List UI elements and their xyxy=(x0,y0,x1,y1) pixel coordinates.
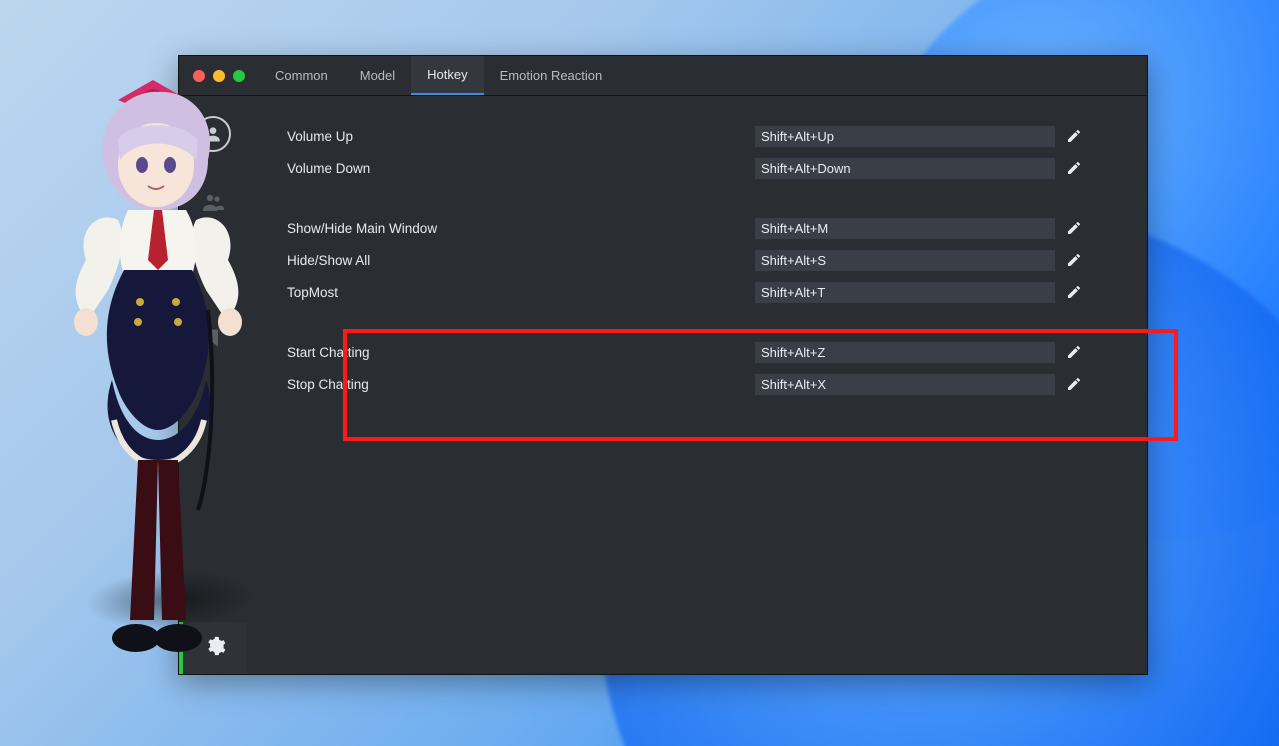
gear-icon xyxy=(204,635,226,662)
minimize-icon[interactable] xyxy=(213,70,225,82)
people-icon[interactable] xyxy=(195,184,231,220)
hotkey-row: TopMost xyxy=(287,276,1119,308)
hotkey-input-show-hide-main[interactable] xyxy=(755,217,1055,239)
bookmark-icon[interactable] xyxy=(195,320,231,356)
hotkey-group-chat: Start Chatting Stop Chatting xyxy=(287,336,1119,400)
edit-icon[interactable] xyxy=(1065,159,1083,177)
tab-bar: Common Model Hotkey Emotion Reaction xyxy=(259,56,618,95)
hotkey-label: Volume Up xyxy=(287,129,755,144)
window-controls xyxy=(179,56,259,95)
tab-emotion-reaction[interactable]: Emotion Reaction xyxy=(484,56,619,95)
hotkey-input-stop-chatting[interactable] xyxy=(755,373,1055,395)
hotkey-row: Stop Chatting xyxy=(287,368,1119,400)
tab-hotkey[interactable]: Hotkey xyxy=(411,56,483,95)
hotkey-label: Start Chatting xyxy=(287,345,755,360)
hotkey-input-topmost[interactable] xyxy=(755,281,1055,303)
hotkey-label: Volume Down xyxy=(287,161,755,176)
hotkey-row: Start Chatting xyxy=(287,336,1119,368)
hotkey-group-window: Show/Hide Main Window Hide/Show All TopM… xyxy=(287,212,1119,308)
hotkey-input-hide-show-all[interactable] xyxy=(755,249,1055,271)
hotkey-input-volume-up[interactable] xyxy=(755,125,1055,147)
edit-icon[interactable] xyxy=(1065,251,1083,269)
account-icon[interactable] xyxy=(195,116,231,152)
mascot-shadow xyxy=(76,570,265,630)
hotkey-row: Show/Hide Main Window xyxy=(287,212,1119,244)
settings-window: Common Model Hotkey Emotion Reaction xyxy=(178,55,1148,675)
edit-icon[interactable] xyxy=(1065,219,1083,237)
tab-common[interactable]: Common xyxy=(259,56,344,95)
hotkey-row: Hide/Show All xyxy=(287,244,1119,276)
hotkey-input-volume-down[interactable] xyxy=(755,157,1055,179)
hotkey-settings-panel: Volume Up Volume Down Show/Hide Main Win… xyxy=(247,96,1147,674)
hotkey-row: Volume Up xyxy=(287,120,1119,152)
titlebar: Common Model Hotkey Emotion Reaction xyxy=(179,56,1147,96)
edit-icon[interactable] xyxy=(1065,375,1083,393)
close-icon[interactable] xyxy=(193,70,205,82)
maximize-icon[interactable] xyxy=(233,70,245,82)
edit-icon[interactable] xyxy=(1065,127,1083,145)
hotkey-label: Stop Chatting xyxy=(287,377,755,392)
hotkey-label: TopMost xyxy=(287,285,755,300)
edit-icon[interactable] xyxy=(1065,343,1083,361)
hotkey-row: Volume Down xyxy=(287,152,1119,184)
notification-icon[interactable] xyxy=(195,252,231,288)
hotkey-input-start-chatting[interactable] xyxy=(755,341,1055,363)
tab-model[interactable]: Model xyxy=(344,56,411,95)
hotkey-label: Hide/Show All xyxy=(287,253,755,268)
edit-icon[interactable] xyxy=(1065,283,1083,301)
hotkey-label: Show/Hide Main Window xyxy=(287,221,755,236)
hotkey-group-volume: Volume Up Volume Down xyxy=(287,120,1119,184)
